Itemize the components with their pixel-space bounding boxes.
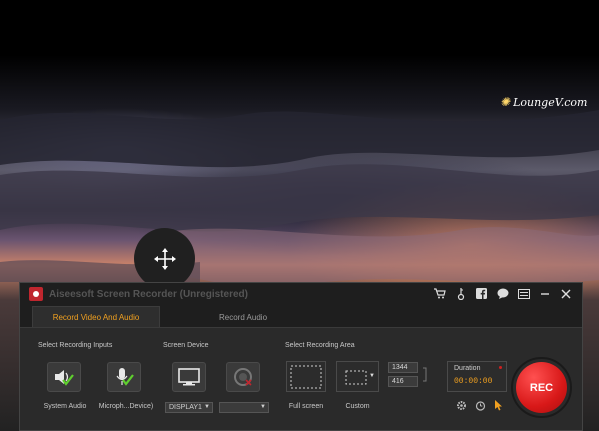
duration-value: 00:00:00	[454, 377, 493, 386]
microphone-label: Microph...Device)	[98, 403, 154, 410]
window-title: Aiseesoft Screen Recorder (Unregistered)	[49, 288, 248, 300]
width-field[interactable]: 1344	[388, 362, 418, 373]
duration-label: Duration	[454, 365, 481, 372]
tab-record-audio[interactable]: Record Audio	[180, 307, 306, 327]
watermark-text: LoungeV.com	[513, 95, 588, 109]
display-dropdown-value: DISPLAY1	[169, 404, 202, 411]
microphone-icon	[116, 368, 134, 386]
speaker-icon	[55, 370, 74, 386]
move-icon	[153, 247, 176, 270]
chevron-down-icon: ▼	[204, 404, 210, 410]
webcam-toggle[interactable]	[226, 362, 260, 392]
custom-label: Custom	[345, 403, 370, 410]
rec-button[interactable]: REC	[516, 362, 567, 413]
key-icon[interactable]	[454, 287, 467, 300]
system-audio-label: System Audio	[43, 403, 87, 410]
cursor-icon[interactable]	[493, 400, 504, 411]
recorder-window: Aiseesoft Screen Recorder (Unregistered)	[19, 282, 583, 431]
chevron-down-icon: ▼	[260, 404, 266, 410]
star-icon: ✺	[500, 95, 511, 109]
chevron-down-icon: ▼	[369, 373, 375, 379]
height-field[interactable]: 416	[388, 376, 418, 387]
recorder-logo-icon	[33, 291, 39, 297]
custom-area-option[interactable]: ▼	[336, 361, 379, 392]
camera-dropdown[interactable]: ▼	[219, 402, 269, 413]
display-selector[interactable]	[172, 362, 206, 392]
minimize-icon[interactable]	[538, 287, 551, 300]
tab-record-video-audio[interactable]: Record Video And Audio	[32, 306, 160, 327]
screen-device-label: Screen Device	[163, 342, 209, 349]
recording-area-label: Select Recording Area	[285, 342, 355, 349]
recording-indicator-icon	[499, 366, 502, 369]
chat-icon[interactable]	[496, 287, 509, 300]
system-audio-toggle[interactable]	[47, 362, 81, 392]
duration-panel: Duration 00:00:00	[447, 361, 507, 392]
aspect-lock-icon[interactable]	[422, 367, 428, 382]
microphone-toggle[interactable]	[107, 362, 141, 392]
full-screen-label: Full screen	[288, 403, 324, 410]
menu-icon[interactable]	[517, 287, 530, 300]
cart-icon[interactable]	[433, 287, 446, 300]
titlebar: Aiseesoft Screen Recorder (Unregistered)	[20, 283, 582, 305]
display-dropdown[interactable]: DISPLAY1 ▼	[165, 402, 213, 413]
recording-inputs-label: Select Recording Inputs	[38, 342, 113, 349]
rec-button-ring: REC	[511, 357, 572, 418]
facebook-icon[interactable]	[475, 287, 488, 300]
full-screen-icon	[290, 365, 322, 388]
webcam-icon	[234, 368, 252, 386]
monitor-icon	[178, 368, 200, 386]
app-logo	[29, 287, 43, 301]
full-screen-option[interactable]	[286, 361, 326, 392]
move-handle[interactable]	[134, 228, 195, 289]
alarm-clock-icon[interactable]	[475, 400, 486, 411]
settings-gear-icon[interactable]	[456, 400, 467, 411]
tab-bar: Record Video And Audio Record Audio	[20, 305, 582, 328]
close-icon[interactable]	[559, 287, 572, 300]
custom-area-icon	[345, 370, 366, 384]
watermark: ✺ LoungeV.com	[500, 95, 587, 109]
